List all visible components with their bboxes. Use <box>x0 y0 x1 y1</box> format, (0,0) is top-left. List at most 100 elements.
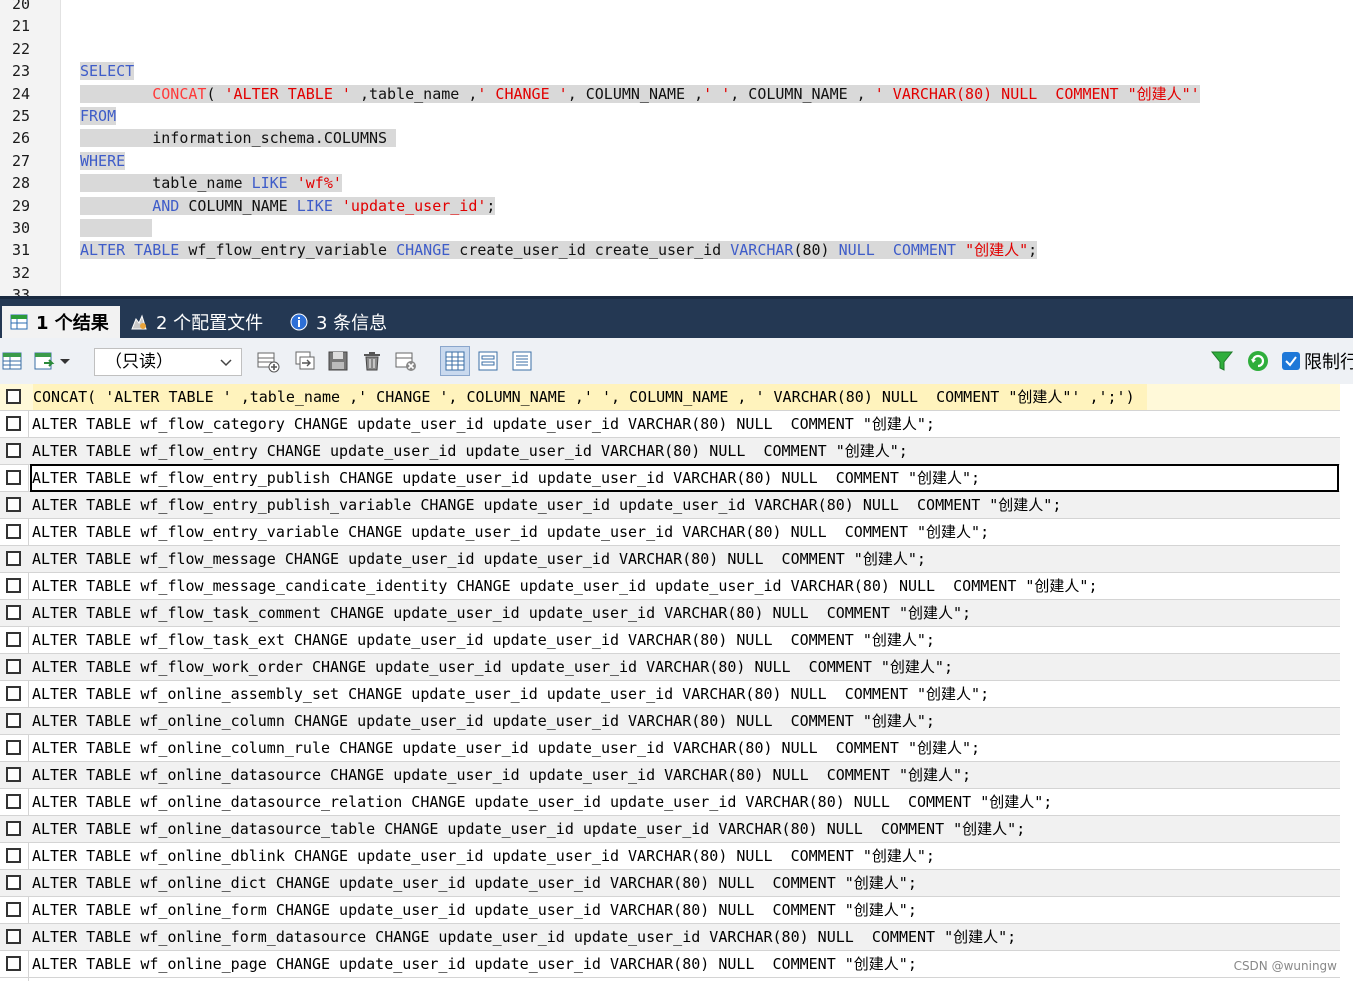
tab-results[interactable]: 1 个结果 <box>2 306 120 338</box>
row-checkbox[interactable] <box>6 686 21 701</box>
table-row[interactable]: ALTER TABLE wf_online_datasource CHANGE … <box>0 762 1340 789</box>
row-checkbox[interactable] <box>6 821 21 836</box>
row-checkbox[interactable] <box>6 929 21 944</box>
row-checkbox[interactable] <box>6 416 21 431</box>
table-cell[interactable]: ALTER TABLE wf_flow_entry_variable CHANG… <box>32 519 989 545</box>
import-grid-icon[interactable] <box>32 349 56 373</box>
table-cell[interactable]: ALTER TABLE wf_flow_message_candicate_id… <box>32 573 1097 599</box>
profile-icon <box>130 313 148 331</box>
table-row[interactable]: ALTER TABLE wf_flow_entry_publish_variab… <box>0 492 1340 519</box>
table-cell[interactable]: ALTER TABLE wf_online_form CHANGE update… <box>32 897 917 923</box>
row-checkbox[interactable] <box>6 497 21 512</box>
table-cell[interactable]: ALTER TABLE wf_flow_task_comment CHANGE … <box>32 600 971 626</box>
table-header-row[interactable]: CONCAT( 'ALTER TABLE ' ,table_name ,' CH… <box>0 384 1340 411</box>
table-row[interactable]: ALTER TABLE wf_online_assembly_set CHANG… <box>0 681 1340 708</box>
cancel-changes-icon[interactable] <box>394 349 418 373</box>
table-row[interactable]: ALTER TABLE wf_flow_task_ext CHANGE upda… <box>0 627 1340 654</box>
row-checkbox[interactable] <box>6 875 21 890</box>
export-grid-icon[interactable] <box>0 349 24 373</box>
row-checkbox[interactable] <box>6 470 21 485</box>
row-checkbox[interactable] <box>6 659 21 674</box>
table-cell[interactable]: ALTER TABLE wf_online_dict CHANGE update… <box>32 870 917 896</box>
row-checkbox[interactable] <box>6 794 21 809</box>
form-view-icon[interactable] <box>476 349 500 373</box>
filter-icon[interactable] <box>1210 349 1234 373</box>
chevron-down-icon[interactable] <box>58 349 72 373</box>
selected-code: FROM <box>80 107 117 125</box>
table-row[interactable]: ALTER TABLE wf_online_column CHANGE upda… <box>0 708 1340 735</box>
row-checkbox[interactable] <box>6 443 21 458</box>
delete-icon[interactable] <box>360 349 384 373</box>
line-number: 32 <box>11 263 30 282</box>
row-checkbox[interactable] <box>6 578 21 593</box>
table-cell[interactable]: ALTER TABLE wf_online_column CHANGE upda… <box>32 708 935 734</box>
row-checkbox[interactable] <box>6 524 21 539</box>
table-row[interactable]: ALTER TABLE wf_online_dblink CHANGE upda… <box>0 843 1340 870</box>
table-row[interactable]: ALTER TABLE wf_flow_task_comment CHANGE … <box>0 600 1340 627</box>
code-token: ' ' <box>703 84 731 103</box>
code-token: FROM <box>80 107 117 125</box>
table-cell[interactable]: ALTER TABLE wf_flow_entry CHANGE update_… <box>32 438 908 464</box>
table-cell[interactable]: ALTER TABLE wf_flow_task_ext CHANGE upda… <box>32 627 935 653</box>
code-token: CHANGE <box>396 241 451 260</box>
table-row[interactable]: ALTER TABLE wf_flow_message_candicate_id… <box>0 573 1340 600</box>
row-checkbox[interactable] <box>6 740 21 755</box>
table-cell[interactable]: ALTER TABLE wf_flow_entry_publish_variab… <box>32 492 1061 518</box>
row-checkbox[interactable] <box>6 632 21 647</box>
table-row[interactable]: ALTER TABLE wf_flow_category CHANGE upda… <box>0 411 1340 438</box>
info-icon <box>290 313 308 331</box>
table-row[interactable]: ALTER TABLE wf_online_form CHANGE update… <box>0 897 1340 924</box>
select-all-checkbox[interactable] <box>6 389 21 404</box>
tab-profiles-label: 2 个配置文件 <box>156 313 264 334</box>
table-cell[interactable]: ALTER TABLE wf_online_datasource_table C… <box>32 816 1025 842</box>
table-row[interactable]: ALTER TABLE wf_flow_entry_variable CHANG… <box>0 519 1340 546</box>
table-row[interactable]: ALTER TABLE wf_online_datasource_relatio… <box>0 789 1340 816</box>
table-cell[interactable]: ALTER TABLE wf_online_datasource CHANGE … <box>32 762 971 788</box>
save-icon[interactable] <box>326 349 350 373</box>
selected-code: information_schema.COLUMNS <box>80 129 397 148</box>
row-checkbox[interactable] <box>6 848 21 863</box>
column-header[interactable]: CONCAT( 'ALTER TABLE ' ,table_name ,' CH… <box>33 384 1147 410</box>
table-row[interactable]: ALTER TABLE wf_flow_entry CHANGE update_… <box>0 438 1340 465</box>
mode-select[interactable]: （只读） <box>94 348 242 376</box>
tab-messages[interactable]: 3 条信息 <box>282 306 404 338</box>
selected-code: SELECT <box>80 62 135 81</box>
result-grid[interactable]: CONCAT( 'ALTER TABLE ' ,table_name ,' CH… <box>0 384 1353 981</box>
table-row[interactable]: ALTER TABLE wf_flow_entry_publish CHANGE… <box>0 464 1340 492</box>
tab-profiles[interactable]: 2 个配置文件 <box>122 306 280 338</box>
table-cell[interactable]: ALTER TABLE wf_flow_message CHANGE updat… <box>32 546 926 572</box>
limit-rows-checkbox[interactable] <box>1282 352 1300 370</box>
row-checkbox[interactable] <box>6 956 21 971</box>
row-checkbox[interactable] <box>6 713 21 728</box>
text-view-icon[interactable] <box>510 349 534 373</box>
table-row[interactable]: ALTER TABLE wf_online_dict CHANGE update… <box>0 870 1340 897</box>
row-checkbox[interactable] <box>6 767 21 782</box>
code-token: CONCAT <box>152 84 207 103</box>
table-cell[interactable]: ALTER TABLE wf_online_page CHANGE update… <box>32 951 917 977</box>
table-cell[interactable]: ALTER TABLE wf_flow_work_order CHANGE up… <box>32 654 953 680</box>
table-cell[interactable]: ALTER TABLE wf_online_datasource_relatio… <box>32 789 1052 815</box>
table-row[interactable]: ALTER TABLE wf_online_datasource_table C… <box>0 816 1340 843</box>
sql-editor[interactable]: 20 21 22 23 24 25 26 27 28 29 30 31 32 33 SELECT CONC… <box>0 0 1353 296</box>
grid-view-icon[interactable] <box>440 346 470 376</box>
row-checkbox[interactable] <box>6 902 21 917</box>
table-cell[interactable]: ALTER TABLE wf_online_assembly_set CHANG… <box>32 681 989 707</box>
row-checkbox[interactable] <box>6 605 21 620</box>
table-row[interactable]: ALTER TABLE wf_flow_message CHANGE updat… <box>0 546 1340 573</box>
table-row[interactable]: ALTER TABLE wf_online_form_datasource CH… <box>0 924 1340 951</box>
table-cell[interactable]: ALTER TABLE wf_flow_category CHANGE upda… <box>32 411 935 437</box>
code-line: table_name LIKE 'wf%' <box>80 172 342 194</box>
chevron-down-icon <box>219 351 233 382</box>
table-row[interactable]: ALTER TABLE wf_flow_work_order CHANGE up… <box>0 654 1340 681</box>
table-cell[interactable]: ALTER TABLE wf_online_dblink CHANGE upda… <box>32 843 935 869</box>
table-row[interactable]: ALTER TABLE wf_online_column_rule CHANGE… <box>0 735 1340 762</box>
table-cell[interactable]: ALTER TABLE wf_online_form_datasource CH… <box>32 924 1016 950</box>
table-cell[interactable]: ALTER TABLE wf_online_column_rule CHANGE… <box>32 735 980 761</box>
duplicate-row-icon[interactable] <box>292 349 316 373</box>
add-row-icon[interactable] <box>256 349 280 373</box>
code-token: information_schema.COLUMNS <box>80 129 397 148</box>
table-row[interactable]: ALTER TABLE wf_online_page CHANGE update… <box>0 951 1340 978</box>
refresh-icon[interactable] <box>1246 349 1270 373</box>
row-checkbox[interactable] <box>6 551 21 566</box>
